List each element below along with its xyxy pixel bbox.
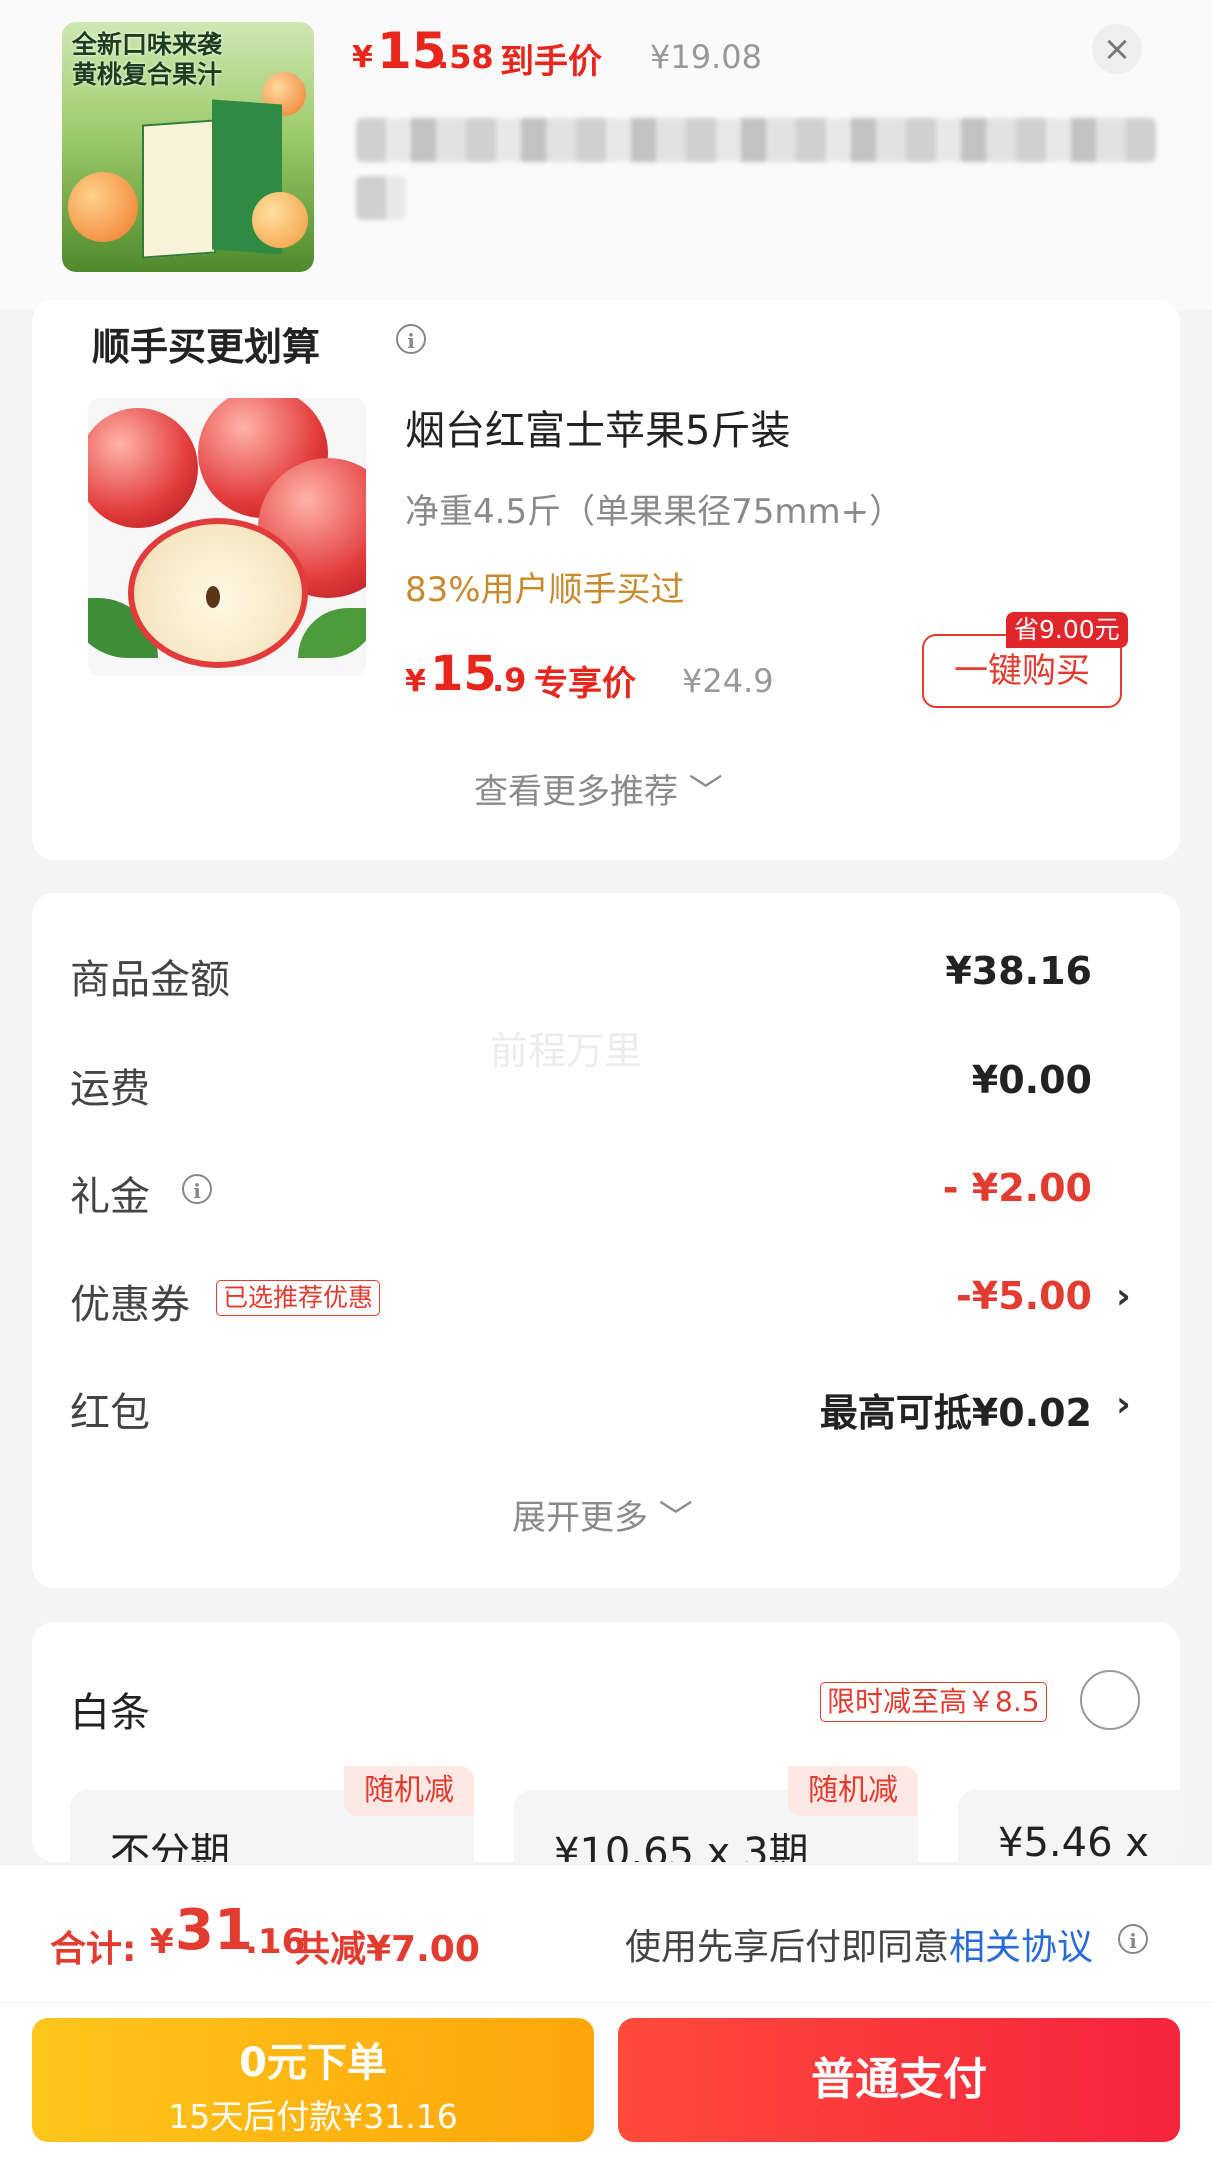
header-price-decimal: .58: [437, 38, 494, 76]
zero-order-sublabel: 15天后付款¥31.16: [168, 2097, 458, 2136]
expand-more-link[interactable]: 展开更多 ﹀: [512, 1490, 693, 1539]
plan-option-more-periods[interactable]: ¥5.46 x: [958, 1790, 1180, 1862]
section-title: 顺手买更划算: [92, 325, 321, 369]
divider: [0, 2002, 1212, 2003]
info-icon[interactable]: i: [396, 324, 426, 354]
plan-label: 不分期: [110, 1830, 230, 1862]
baitiao-radio[interactable]: [1080, 1670, 1140, 1730]
red-packet-chevron-icon[interactable]: ›: [1116, 1384, 1131, 1425]
agreement-link[interactable]: 相关协议: [949, 1927, 1093, 1968]
baitiao-title: 白条: [70, 1690, 150, 1736]
blurred-product-title: [356, 118, 1156, 162]
recommend-product-spec: 净重4.5斤（单果果径75mm+）: [405, 492, 904, 532]
watermark: 前程万里: [490, 1029, 643, 1073]
gift-money-label: 礼金: [70, 1174, 150, 1220]
header-price-label: 到手价: [500, 42, 602, 82]
plan-option-3-periods[interactable]: 随机减 ¥10.65 x 3期: [514, 1766, 918, 1862]
product-thumbnail: 全新口味来袭 黄桃复合果汁: [62, 22, 314, 272]
coupon-value[interactable]: -¥5.00: [956, 1274, 1092, 1318]
red-packet-value[interactable]: 最高可抵¥0.02: [820, 1382, 1092, 1437]
total-savings: 共减¥7.00: [294, 1929, 480, 1970]
blurred-product-title-line2: [356, 176, 406, 220]
baitiao-promo-tag: 限时减至高￥8.5: [820, 1682, 1047, 1722]
goods-amount-value: ¥38.16: [945, 949, 1092, 993]
coupon-chevron-icon[interactable]: ›: [1116, 1276, 1131, 1317]
plan-option-no-installment[interactable]: 随机减 不分期: [70, 1766, 474, 1862]
coupon-selected-tag: 已选推荐优惠: [216, 1280, 381, 1316]
total-currency: ¥: [150, 1922, 174, 1962]
recommend-original-price: ¥24.9: [682, 662, 774, 700]
gift-money-info-icon[interactable]: i: [182, 1174, 212, 1204]
total-integer: 31: [175, 1898, 253, 1963]
more-recommendations-link[interactable]: 查看更多推荐 ﹀: [474, 764, 723, 813]
zero-order-label: 0元下单: [239, 2040, 387, 2086]
save-badge: 省9.00元: [1006, 612, 1128, 648]
random-discount-badge: 随机减: [344, 1766, 474, 1816]
shipping-label: 运费: [70, 1066, 150, 1112]
recommend-product-name[interactable]: 烟台红富士苹果5斤装: [405, 398, 790, 456]
apple-product-image[interactable]: [88, 398, 366, 676]
baitiao-card: 随机减 不分期 随机减 ¥10.65 x 3期 ¥5.46 x: [32, 1622, 1180, 1862]
agreement-info-icon[interactable]: i: [1118, 1924, 1148, 1954]
shipping-value: ¥0.00: [971, 1058, 1092, 1102]
coupon-label: 优惠券: [70, 1282, 190, 1328]
goods-amount-label: 商品金额: [70, 957, 230, 1003]
red-packet-label: 红包: [70, 1390, 150, 1436]
recommend-buy-rate: 83%用户顺手买过: [405, 570, 685, 610]
recommend-price-integer: 15: [430, 646, 497, 702]
close-button[interactable]: ×: [1092, 24, 1142, 74]
recommend-price-label: 专享价: [534, 664, 636, 704]
close-icon: ×: [1102, 29, 1132, 69]
plan-label: ¥10.65 x 3期: [554, 1830, 809, 1862]
agreement-text: 使用先享后付即同意相关协议: [625, 1927, 1094, 1968]
zero-yuan-order-button[interactable]: 0元下单 15天后付款¥31.16: [32, 2018, 594, 2142]
plan-label: ¥5.46 x: [998, 1820, 1149, 1862]
normal-pay-button[interactable]: 普通支付: [618, 2018, 1180, 2142]
header-original-price: ¥19.08: [650, 38, 762, 76]
recommend-price-currency: ¥: [405, 664, 426, 699]
random-discount-badge: 随机减: [788, 1766, 918, 1816]
gift-money-value: - ¥2.00: [942, 1166, 1092, 1210]
recommend-price-decimal: .9: [492, 661, 527, 699]
header-price-currency: ¥: [352, 40, 373, 75]
total-label: 合计:: [50, 1929, 137, 1970]
